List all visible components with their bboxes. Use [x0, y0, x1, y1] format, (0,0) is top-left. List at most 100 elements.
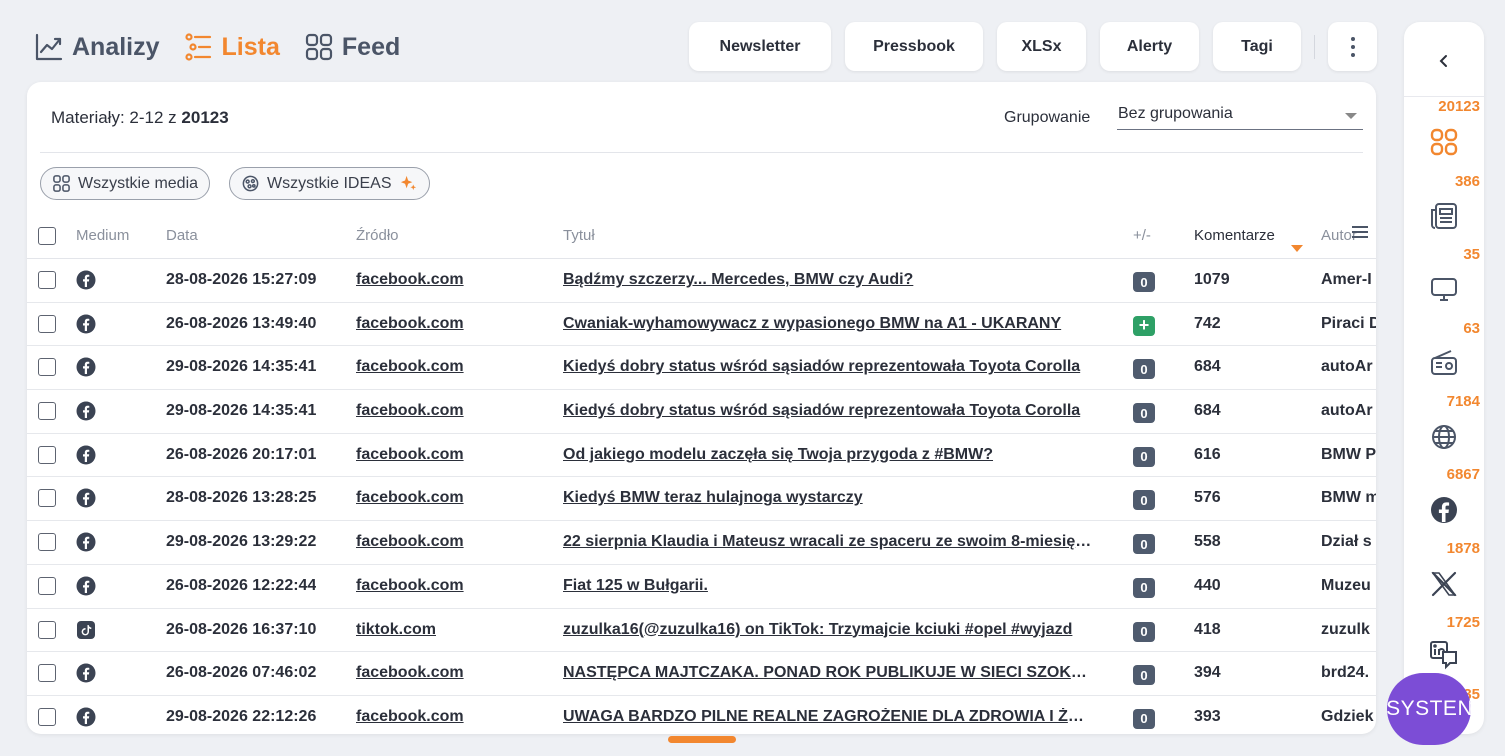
table-row[interactable]: 26-08-2026 12:22:44 facebook.com Fiat 12…	[27, 565, 1376, 609]
row-title-link[interactable]: Kiedyś dobry status wśród sąsiadów repre…	[563, 358, 1093, 376]
row-checkbox[interactable]	[38, 533, 56, 552]
row-title-link[interactable]: Cwaniak-wyhamowywacz z wypasionego BMW n…	[563, 315, 1093, 333]
sort-desc-icon	[1291, 245, 1303, 252]
row-date: 26-08-2026 20:17:01	[166, 445, 317, 463]
table-row[interactable]: 28-08-2026 13:28:25 facebook.com Kiedyś …	[27, 477, 1376, 522]
assistant-button[interactable]: ASYSTENT	[1387, 673, 1471, 745]
row-checkbox[interactable]	[38, 707, 56, 726]
materials-prefix: Materiały: 2-12 z	[51, 108, 177, 127]
rail-count: 1878	[1446, 540, 1480, 557]
rail-all-media-grid-icon[interactable]	[1429, 127, 1459, 157]
col-source[interactable]: Źródło	[356, 227, 399, 244]
col-delta[interactable]: +/-	[1133, 227, 1151, 244]
nav-analizy[interactable]: Analizy	[34, 32, 160, 62]
all-ideas-chip[interactable]: Wszystkie IDEAS	[229, 167, 430, 200]
row-delta-badge: 0	[1133, 708, 1155, 729]
row-delta-badge: 0	[1133, 403, 1155, 424]
row-checkbox[interactable]	[38, 402, 56, 421]
row-source-link[interactable]: facebook.com	[356, 489, 464, 507]
rail-linkedin-chat-icon[interactable]	[1429, 640, 1459, 670]
row-title-link[interactable]: Od jakiego modelu zaczęła się Twoja przy…	[563, 446, 1093, 464]
row-checkbox[interactable]	[38, 271, 56, 289]
row-delta-badge: 0	[1133, 621, 1155, 642]
row-source-link[interactable]: facebook.com	[356, 533, 464, 551]
media-rail: 20123 386 35 63 7184 6867 1878 1725 35	[1404, 22, 1484, 734]
rail-divider	[1404, 96, 1484, 97]
row-checkbox[interactable]	[38, 664, 56, 683]
row-title-link[interactable]: Bądźmy szczerzy... Mercedes, BMW czy Aud…	[563, 271, 1093, 289]
row-title-link[interactable]: 22 sierpnia Klaudia i Mateusz wracali ze…	[563, 533, 1093, 551]
facebook-icon	[76, 314, 96, 334]
table-row[interactable]: 29-08-2026 13:29:22 facebook.com 22 sier…	[27, 521, 1376, 565]
row-checkbox[interactable]	[38, 358, 56, 377]
row-comments: 440	[1194, 576, 1221, 594]
horizontal-scroll-handle[interactable]	[668, 736, 736, 743]
column-menu-icon[interactable]	[1352, 223, 1368, 241]
row-checkbox[interactable]	[38, 445, 56, 464]
row-source-link[interactable]: facebook.com	[356, 577, 464, 595]
grouping-select[interactable]: Bez grupowania	[1117, 102, 1363, 130]
nav-lista[interactable]: Lista	[184, 32, 280, 62]
row-checkbox[interactable]	[38, 489, 56, 508]
rail-facebook-icon[interactable]	[1429, 495, 1459, 525]
row-date: 29-08-2026 14:35:41	[166, 358, 317, 376]
nav-feed-label: Feed	[341, 32, 401, 61]
col-comments[interactable]: Komentarze	[1194, 227, 1275, 244]
row-delta-badge: 0	[1133, 577, 1155, 598]
table-row[interactable]: 26-08-2026 13:49:40 facebook.com Cwaniak…	[27, 303, 1376, 347]
col-title[interactable]: Tytuł	[563, 227, 595, 244]
row-checkbox[interactable]	[38, 314, 56, 333]
nav-feed[interactable]: Feed	[304, 32, 400, 62]
row-source-link[interactable]: tiktok.com	[356, 621, 436, 639]
row-delta-badge: 0	[1133, 446, 1155, 467]
table-row[interactable]: 29-08-2026 14:35:41 facebook.com Kiedyś …	[27, 390, 1376, 434]
table-row[interactable]: 29-08-2026 14:35:41 facebook.com Kiedyś …	[27, 346, 1376, 391]
col-medium[interactable]: Medium	[76, 227, 129, 244]
all-media-chip[interactable]: Wszystkie media	[40, 167, 211, 200]
newsletter-button[interactable]: Newsletter	[689, 22, 831, 71]
row-source-link[interactable]: facebook.com	[356, 446, 464, 464]
pressbook-button[interactable]: Pressbook	[845, 22, 983, 71]
rail-x-twitter-icon[interactable]	[1429, 569, 1459, 599]
row-checkbox[interactable]	[38, 620, 56, 639]
row-title-link[interactable]: UWAGA BARDZO PILNE REALNE ZAGROŻENIE DLA…	[563, 708, 1093, 726]
row-comments: 558	[1194, 533, 1221, 551]
rail-count: 7184	[1446, 393, 1480, 410]
tagi-button[interactable]: Tagi	[1213, 22, 1301, 71]
rail-newspaper-icon[interactable]	[1429, 201, 1459, 231]
list-icon	[184, 33, 211, 61]
row-delta-badge: 0	[1133, 272, 1155, 292]
rail-internet-globe-icon[interactable]	[1429, 422, 1459, 452]
rail-radio-icon[interactable]	[1429, 348, 1459, 378]
row-source-link[interactable]: facebook.com	[356, 271, 464, 289]
rail-tv-icon[interactable]	[1429, 274, 1459, 304]
row-delta-badge: 0	[1133, 665, 1155, 686]
table-row[interactable]: 28-08-2026 15:27:09 facebook.com Bądźmy …	[27, 259, 1376, 303]
col-date[interactable]: Data	[166, 227, 198, 244]
table-row[interactable]: 26-08-2026 07:46:02 facebook.com NASTĘPC…	[27, 652, 1376, 696]
row-title-link[interactable]: Kiedyś dobry status wśród sąsiadów repre…	[563, 402, 1093, 420]
row-checkbox[interactable]	[38, 576, 56, 595]
row-comments: 576	[1194, 489, 1221, 507]
row-title-link[interactable]: Fiat 125 w Bułgarii.	[563, 577, 1093, 595]
row-date: 29-08-2026 14:35:41	[166, 402, 317, 420]
row-title-link[interactable]: Kiedyś BMW teraz hulajnoga wystarczy	[563, 489, 1093, 507]
select-all-checkbox[interactable]	[38, 227, 56, 245]
xlsx-button[interactable]: XLSx	[997, 22, 1086, 71]
row-title-link[interactable]: zuzulka16(@zuzulka16) on TikTok: Trzymaj…	[563, 621, 1093, 639]
row-source-link[interactable]: facebook.com	[356, 315, 464, 333]
row-title-link[interactable]: NASTĘPCA MAJTCZAKA. PONAD ROK PUBLIKUJE …	[563, 664, 1093, 682]
more-options-button[interactable]	[1328, 22, 1377, 71]
row-source-link[interactable]: facebook.com	[356, 708, 464, 726]
row-source-link[interactable]: facebook.com	[356, 402, 464, 420]
collapse-rail-button[interactable]	[1404, 22, 1484, 100]
table-row[interactable]: 29-08-2026 22:12:26 facebook.com UWAGA B…	[27, 696, 1376, 734]
chart-line-icon	[35, 33, 63, 61]
table-row[interactable]: 26-08-2026 20:17:01 facebook.com Od jaki…	[27, 434, 1376, 478]
alerty-button[interactable]: Alerty	[1100, 22, 1199, 71]
row-author: Muzeu	[1321, 576, 1371, 594]
row-source-link[interactable]: facebook.com	[356, 664, 464, 682]
row-date: 29-08-2026 22:12:26	[166, 707, 317, 725]
row-source-link[interactable]: facebook.com	[356, 358, 464, 376]
table-row[interactable]: 26-08-2026 16:37:10 tiktok.com zuzulka16…	[27, 609, 1376, 653]
